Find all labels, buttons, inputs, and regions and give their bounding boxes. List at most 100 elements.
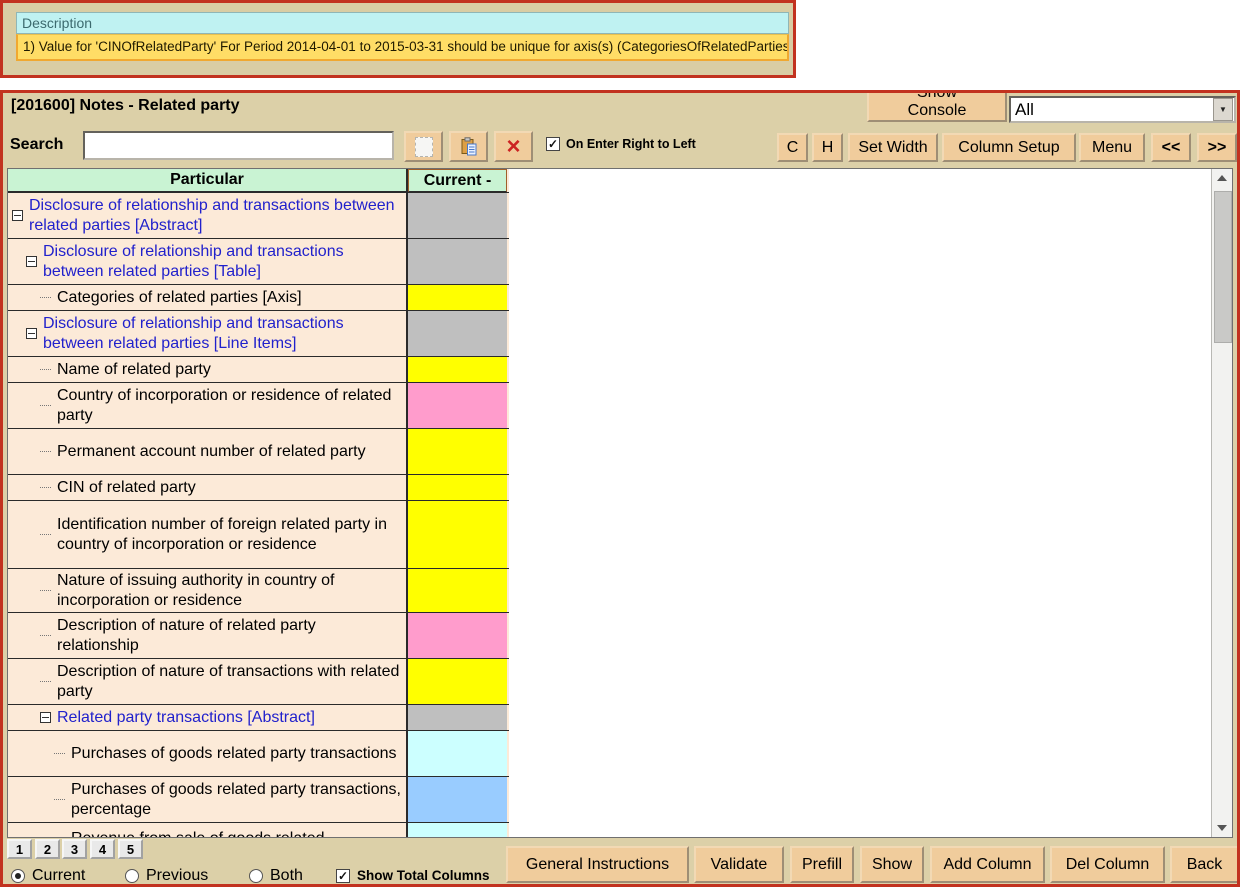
particular-cell[interactable]: Purchases of goods related party transac… [8, 777, 408, 822]
page-button-3[interactable]: 3 [62, 839, 87, 859]
current-cell[interactable] [408, 731, 507, 776]
particular-cell[interactable]: Description of nature of transactions wi… [8, 659, 408, 704]
table-row[interactable]: Nature of issuing authority in country o… [8, 569, 509, 613]
current-cell[interactable] [408, 823, 507, 838]
particular-cell[interactable]: Name of related party [8, 357, 408, 382]
add-column-button[interactable]: Add Column [930, 846, 1045, 883]
current-cell[interactable] [408, 659, 507, 704]
show-button[interactable]: Show [860, 846, 924, 883]
particular-label: Country of incorporation or residence of… [57, 386, 406, 426]
table-row[interactable]: Disclosure of relationship and transacti… [8, 239, 509, 285]
table-row[interactable]: Name of related party [8, 357, 509, 383]
next-columns-button[interactable]: >> [1197, 133, 1237, 162]
clear-search-button[interactable]: × [494, 131, 533, 162]
worksheet-area: Particular Current - Disclosure of relat… [7, 168, 1233, 838]
table-row[interactable]: Disclosure of relationship and transacti… [8, 311, 509, 357]
particular-cell[interactable]: Country of incorporation or residence of… [8, 383, 408, 428]
radio-both[interactable]: Both [249, 867, 303, 885]
radio-current-control[interactable] [11, 869, 25, 883]
red-x-icon: × [506, 137, 520, 157]
filter-dropdown[interactable]: All ▼ [1009, 96, 1236, 123]
page-button-1[interactable]: 1 [7, 839, 32, 859]
current-cell[interactable] [408, 383, 507, 428]
current-cell[interactable] [408, 475, 507, 500]
particular-label: Description of nature of related party r… [57, 616, 406, 656]
paste-button[interactable] [449, 131, 488, 162]
general-instructions-button[interactable]: General Instructions [506, 846, 689, 883]
current-cell[interactable] [408, 193, 507, 238]
current-cell[interactable] [408, 569, 507, 612]
scrollbar-thumb[interactable] [1214, 191, 1232, 343]
table-row[interactable]: Purchases of goods related party transac… [8, 777, 509, 823]
current-cell[interactable] [408, 501, 507, 568]
particular-cell[interactable]: Purchases of goods related party transac… [8, 731, 408, 776]
particular-label: Permanent account number of related part… [57, 442, 370, 462]
particular-cell[interactable]: Disclosure of relationship and transacti… [8, 311, 408, 356]
show-total-columns-option[interactable]: Show Total Columns [336, 868, 490, 883]
h-button[interactable]: H [812, 133, 843, 162]
particular-cell[interactable]: CIN of related party [8, 475, 408, 500]
radio-previous-control[interactable] [125, 869, 139, 883]
current-cell[interactable] [408, 705, 507, 730]
scroll-down-button[interactable] [1212, 819, 1232, 837]
page-button-5[interactable]: 5 [118, 839, 143, 859]
particular-cell[interactable]: Disclosure of relationship and transacti… [8, 239, 408, 284]
table-row[interactable]: Related party transactions [Abstract] [8, 705, 509, 731]
particular-cell[interactable]: Permanent account number of related part… [8, 429, 408, 474]
current-cell[interactable] [408, 357, 507, 382]
scroll-up-button[interactable] [1212, 169, 1232, 187]
particular-cell[interactable]: Identification number of foreign related… [8, 501, 408, 568]
table-row[interactable]: Purchases of goods related party transac… [8, 731, 509, 777]
current-cell[interactable] [408, 239, 507, 284]
set-width-button[interactable]: Set Width [848, 133, 938, 162]
back-button[interactable]: Back [1170, 846, 1239, 883]
table-row[interactable]: Permanent account number of related part… [8, 429, 509, 475]
c-button[interactable]: C [777, 133, 808, 162]
particular-cell[interactable]: Disclosure of relationship and transacti… [8, 193, 408, 238]
validate-button[interactable]: Validate [694, 846, 784, 883]
on-enter-right-to-left-option[interactable]: On Enter Right to Left [546, 137, 696, 151]
collapse-icon [40, 712, 51, 723]
tree-branch-icon [54, 753, 65, 755]
current-cell[interactable] [408, 777, 507, 822]
particular-cell[interactable]: Nature of issuing authority in country o… [8, 569, 408, 612]
current-cell[interactable] [408, 311, 507, 356]
collapse-icon [26, 256, 37, 267]
radio-both-control[interactable] [249, 869, 263, 883]
particular-cell[interactable]: Revenue from sale of goods related [8, 823, 408, 838]
table-row[interactable]: CIN of related party [8, 475, 509, 501]
table-row[interactable]: Disclosure of relationship and transacti… [8, 193, 509, 239]
table-row[interactable]: Identification number of foreign related… [8, 501, 509, 569]
column-setup-button[interactable]: Column Setup [942, 133, 1076, 162]
current-cell[interactable] [408, 285, 507, 310]
particular-cell[interactable]: Description of nature of related party r… [8, 613, 408, 658]
page-button-2[interactable]: 2 [35, 839, 60, 859]
del-column-button[interactable]: Del Column [1050, 846, 1165, 883]
notes-related-party-window: [201600] Notes - Related party Show Cons… [0, 90, 1240, 887]
table-row[interactable]: Description of nature of related party r… [8, 613, 509, 659]
particular-cell[interactable]: Categories of related parties [Axis] [8, 285, 408, 310]
collapse-icon [12, 210, 23, 221]
vertical-scrollbar[interactable] [1211, 169, 1232, 837]
current-cell[interactable] [408, 429, 507, 474]
previous-columns-button[interactable]: << [1151, 133, 1191, 162]
copy-button[interactable] [404, 131, 443, 162]
radio-previous[interactable]: Previous [125, 867, 208, 885]
particular-label: Related party transactions [Abstract] [57, 708, 319, 728]
table-row[interactable]: Revenue from sale of goods related [8, 823, 509, 838]
particular-cell[interactable]: Related party transactions [Abstract] [8, 705, 408, 730]
table-row[interactable]: Description of nature of transactions wi… [8, 659, 509, 705]
prefill-button[interactable]: Prefill [790, 846, 854, 883]
search-input[interactable] [83, 131, 394, 160]
show-console-button[interactable]: Show Console [867, 90, 1007, 122]
current-cell[interactable] [408, 613, 507, 658]
table-row[interactable]: Categories of related parties [Axis] [8, 285, 509, 311]
chevron-down-icon[interactable]: ▼ [1213, 98, 1233, 121]
on-enter-checkbox[interactable] [546, 137, 560, 151]
menu-button[interactable]: Menu [1079, 133, 1145, 162]
page-button-4[interactable]: 4 [90, 839, 115, 859]
table-row[interactable]: Country of incorporation or residence of… [8, 383, 509, 429]
radio-current[interactable]: Current [11, 867, 85, 885]
tree-branch-icon [40, 451, 51, 453]
show-total-checkbox[interactable] [336, 869, 350, 883]
